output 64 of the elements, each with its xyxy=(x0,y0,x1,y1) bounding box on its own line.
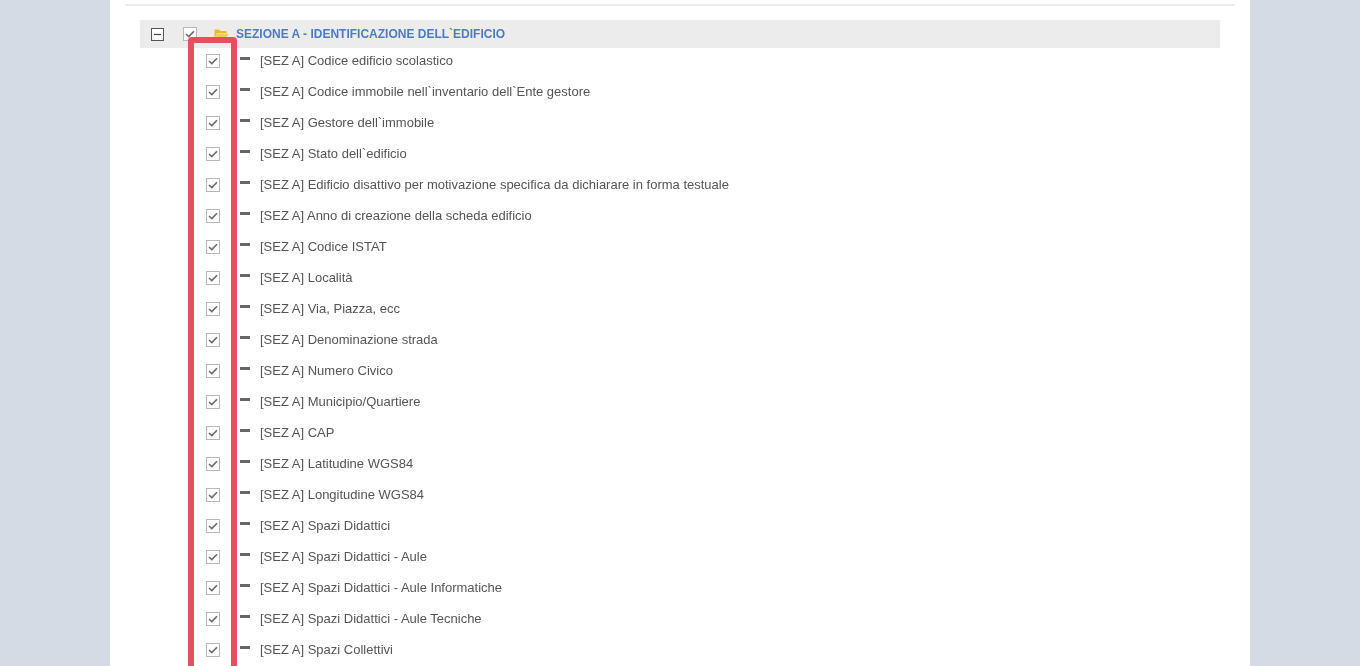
checkbox[interactable] xyxy=(206,394,220,409)
tree-item-label[interactable]: [SEZ A] Stato dell`edificio xyxy=(260,143,407,164)
check-icon xyxy=(208,397,218,406)
tree-item-label[interactable]: [SEZ A] Via, Piazza, ecc xyxy=(260,298,400,319)
check-icon xyxy=(208,180,218,189)
tree-item-label[interactable]: [SEZ A] Gestore dell`immobile xyxy=(260,112,435,133)
section-title[interactable]: SEZIONE A - IDENTIFICAZIONE DELL`EDIFICIO xyxy=(236,25,506,43)
checkbox[interactable] xyxy=(206,208,220,223)
check-icon xyxy=(208,583,218,592)
check-icon xyxy=(208,273,218,282)
checkbox[interactable] xyxy=(206,332,220,347)
tree-item-label[interactable]: [SEZ A] Spazi Didattici xyxy=(260,515,391,536)
tree-item-label[interactable]: [SEZ A] Spazi Didattici - Aule Tecniche xyxy=(260,608,482,629)
checkbox[interactable] xyxy=(206,363,220,378)
tree-item-label[interactable]: [SEZ A] Anno di creazione della scheda edificio xyxy=(260,205,532,226)
tree-item-label[interactable]: [SEZ A] Località xyxy=(260,267,353,288)
tree-item-label[interactable]: [SEZ A] Latitudine WGS84 xyxy=(260,453,414,474)
check-icon xyxy=(208,459,218,468)
tree-item-label[interactable]: [SEZ A] Spazi Didattici - Aule xyxy=(260,546,427,567)
tree-item-label[interactable]: [SEZ A] Denominazione strada xyxy=(260,329,438,350)
collapse-icon[interactable] xyxy=(151,27,164,41)
checkbox[interactable] xyxy=(206,84,220,99)
checkbox[interactable] xyxy=(206,301,220,316)
check-icon xyxy=(208,490,218,499)
check-icon xyxy=(208,149,218,158)
tree-item-label[interactable]: [SEZ A] Numero Civico xyxy=(260,360,393,381)
checkbox[interactable] xyxy=(206,425,220,440)
tree-item-label[interactable]: [SEZ A] Edificio disattivo per motivazione specifica da dichiarare in forma testuale xyxy=(260,174,729,195)
checkbox[interactable] xyxy=(206,177,220,192)
check-icon xyxy=(208,366,218,375)
check-icon xyxy=(208,56,218,65)
folder-icon xyxy=(214,28,229,40)
tree-item-label[interactable]: [SEZ A] Spazi Didattici - Aule Informatiche xyxy=(260,577,503,598)
check-icon xyxy=(208,304,218,313)
check-icon xyxy=(208,614,218,623)
checkbox[interactable] xyxy=(206,549,220,564)
tree-item-label[interactable]: [SEZ A] Codice ISTAT xyxy=(260,236,387,257)
check-icon xyxy=(208,242,218,251)
checkbox[interactable] xyxy=(206,115,220,130)
tree-item-label[interactable]: [SEZ A] Longitudine WGS84 xyxy=(260,484,425,505)
tree-item-label[interactable]: [SEZ A] Codice edificio scolastico xyxy=(260,50,453,71)
checkbox[interactable] xyxy=(206,642,220,657)
check-icon xyxy=(208,428,218,437)
checkbox[interactable] xyxy=(206,518,220,533)
check-icon xyxy=(185,30,195,38)
checkbox[interactable] xyxy=(206,611,220,626)
tree-item-label[interactable]: [SEZ A] Municipio/Quartiere xyxy=(260,391,421,412)
tree-item-label[interactable]: [SEZ A] Spazi Collettivi xyxy=(260,639,393,660)
check-icon xyxy=(208,87,218,96)
checkbox[interactable] xyxy=(206,270,220,285)
checkbox[interactable] xyxy=(206,580,220,595)
tree-item-label[interactable]: [SEZ A] Codice immobile nell`inventario dell`Ente gestore xyxy=(260,81,591,102)
check-icon xyxy=(208,521,218,530)
check-icon xyxy=(208,335,218,344)
check-icon xyxy=(208,645,218,654)
checkbox[interactable] xyxy=(206,456,220,471)
checkbox[interactable] xyxy=(206,239,220,254)
tree-item-label[interactable]: [SEZ A] CAP xyxy=(260,422,335,443)
check-icon xyxy=(208,552,218,561)
checkbox[interactable] xyxy=(206,53,220,68)
check-icon xyxy=(208,118,218,127)
checkbox[interactable] xyxy=(206,146,220,161)
checkbox[interactable] xyxy=(206,487,220,502)
check-icon xyxy=(208,211,218,220)
